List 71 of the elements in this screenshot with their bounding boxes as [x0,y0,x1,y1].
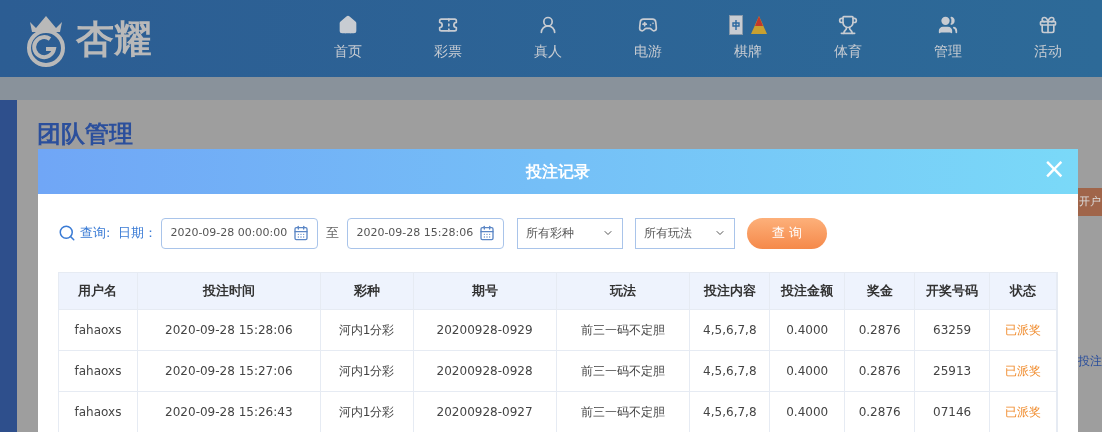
table-cell: 20200928-0927 [413,392,557,432]
modal-title: 投注记录 [526,160,590,183]
nav-item[interactable]: 真人 [498,0,598,77]
column-header: 奖金 [845,273,916,309]
table-cell: 0.2876 [845,392,916,432]
calendar-icon [479,225,496,241]
bet-link[interactable]: 投注 [1078,352,1102,370]
table-cell: 2020-09-28 15:26:43 [137,392,321,432]
gift-icon [1038,15,1058,35]
column-header: 用户名 [59,273,138,309]
table-cell: fahaoxs [59,392,138,432]
table-cell: 河内1分彩 [320,392,414,432]
tile-icon [729,15,743,35]
table-cell: 已派奖 [990,392,1057,432]
nav-item[interactable]: 首页 [298,0,398,77]
table-cell: 20200928-0929 [413,310,557,350]
column-header: 状态 [990,273,1057,309]
range-separator: 至 [326,224,340,243]
calendar-icon [293,225,310,241]
table-cell: 0.2876 [845,310,916,350]
start-date-field[interactable]: 2020-09-28 00:00:00 [161,217,319,249]
table-cell: 前三一码不定胆 [556,351,691,391]
nav-item[interactable]: 管理 [898,0,998,77]
table-cell: 已派奖 [990,310,1057,350]
trophy-icon [838,15,858,35]
column-header: 开奖号码 [915,273,991,309]
query-button[interactable]: 查 询 [747,217,828,249]
column-header: 彩种 [320,273,414,309]
table-cell: 4,5,6,7,8 [690,310,771,350]
person-icon [538,15,558,35]
column-header: 玩法 [556,273,691,309]
nav-item[interactable]: 彩票 [398,0,498,77]
column-header: 投注内容 [690,273,771,309]
table-cell: 已派奖 [990,351,1057,391]
lottery-select[interactable]: 所有彩种 [517,217,624,249]
table-cell: 前三一码不定胆 [556,310,691,350]
search-label: 查询: [80,224,111,243]
column-header: 投注时间 [137,273,321,309]
logo-text: 杏耀 [76,19,152,58]
table-cell: 0.4000 [770,392,846,432]
date-label: 日期： [118,224,158,243]
table-cell: 河内1分彩 [320,310,414,350]
table-cell: 河内1分彩 [320,351,414,391]
table-cell: fahaoxs [59,351,138,391]
search-icon [58,224,76,242]
nav-item[interactable]: 电游 [598,0,698,77]
table-cell: 4,5,6,7,8 [690,392,771,432]
nav-item[interactable]: 体育 [798,0,898,77]
table-cell: 63259 [915,310,991,350]
home-icon [338,15,358,35]
play-select[interactable]: 所有玩法 [635,217,736,249]
table-cell: 0.4000 [770,351,846,391]
table-cell: 07146 [915,392,991,432]
table-cell: 前三一码不定胆 [556,392,691,432]
table-cell: 0.4000 [770,310,846,350]
page-title: 团队管理 [37,122,134,146]
open-account-button[interactable]: 开户 [1078,188,1102,216]
end-date-field[interactable]: 2020-09-28 15:28:06 [347,217,505,249]
table-cell: 2020-09-28 15:28:06 [137,310,321,350]
column-header: 投注金额 [770,273,846,309]
table-cell: 25913 [915,351,991,391]
nav-item[interactable]: 棋牌 [698,0,798,77]
table-cell: 2020-09-28 15:27:06 [137,351,321,391]
column-header: 期号 [413,273,557,309]
table-cell: 4,5,6,7,8 [690,351,771,391]
nav-item[interactable]: 活动 [998,0,1098,77]
users-icon [938,15,958,35]
table-cell: 0.2876 [845,351,916,391]
table-cell: 20200928-0928 [413,351,557,391]
table-cell: fahaoxs [59,310,138,350]
ticket-icon [438,15,458,35]
